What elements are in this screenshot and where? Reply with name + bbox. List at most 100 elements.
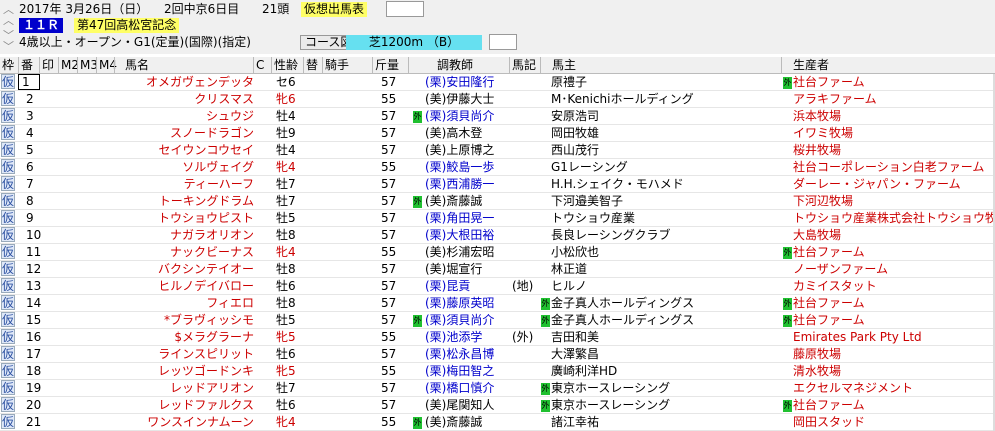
table-row[interactable]: 仮 11 ナックビーナス 牝4 55 (美)杉浦宏昭 小松欣也外社台ファーム: [0, 244, 995, 261]
trainer-name[interactable]: (栗)西浦勝一: [425, 176, 537, 193]
owner-name[interactable]: 廣崎利洋HD: [551, 363, 776, 380]
owner-name[interactable]: 諸江幸祐: [551, 414, 776, 431]
breeder-name[interactable]: 社台ファーム: [793, 74, 993, 91]
table-row[interactable]: 仮 18 レッツゴードンキ 牝5 55 (栗)梅田智之 廣崎利洋HD 清水牧場: [0, 363, 995, 380]
horse-number[interactable]: 18: [19, 363, 48, 380]
horse-name[interactable]: *ブラヴィッシモ: [106, 312, 254, 329]
frame-label[interactable]: 仮: [1, 159, 15, 174]
horse-name[interactable]: バクシンテイオー: [106, 261, 254, 278]
frame-label[interactable]: 仮: [1, 278, 15, 293]
horse-number[interactable]: 15: [19, 312, 48, 329]
table-row[interactable]: 仮 4 スノードラゴン 牡9 57 (美)高木登 岡田牧雄 イワミ牧場: [0, 125, 995, 142]
table-row[interactable]: 仮 12 バクシンテイオー 牡8 57 (美)堀宣行 林正道 ノーザンファーム: [0, 261, 995, 278]
owner-name[interactable]: 下河邉美智子: [551, 193, 776, 210]
table-row[interactable]: 仮 15 *ブラヴィッシモ 牡5 57 外 (栗)須貝尚介外金子真人ホールディングス外社台フ…: [0, 312, 995, 329]
owner-name[interactable]: 安原浩司: [551, 108, 776, 125]
col-sex-age[interactable]: 性齢: [271, 57, 303, 73]
owner-name[interactable]: 東京ホースレーシング: [551, 397, 776, 414]
owner-name[interactable]: M･Kenichiホールディング: [551, 91, 776, 108]
horse-name[interactable]: オメガヴェンデッタ: [106, 74, 254, 91]
breeder-name[interactable]: イワミ牧場: [793, 125, 993, 142]
breeder-name[interactable]: 大島牧場: [793, 227, 993, 244]
horse-name[interactable]: ナックビーナス: [106, 244, 254, 261]
owner-name[interactable]: 金子真人ホールディングス: [551, 312, 776, 329]
trainer-name[interactable]: (栗)橋口慎介: [425, 380, 537, 397]
surface-extra-input[interactable]: [489, 34, 517, 50]
horse-number[interactable]: 10: [19, 227, 48, 244]
owner-name[interactable]: 東京ホースレーシング: [551, 380, 776, 397]
owner-name[interactable]: トウショウ産業: [551, 210, 776, 227]
col-in[interactable]: 印: [39, 57, 58, 73]
frame-label[interactable]: 仮: [1, 261, 15, 276]
col-m4[interactable]: M4: [96, 57, 117, 73]
frame-label[interactable]: 仮: [1, 227, 15, 242]
col-note[interactable]: 馬記: [509, 57, 540, 73]
owner-name[interactable]: 原禮子: [551, 74, 776, 91]
horse-name[interactable]: クリスマス: [106, 91, 254, 108]
trainer-name[interactable]: (美)尾関知人: [425, 397, 537, 414]
trainer-name[interactable]: (美)高木登: [425, 125, 537, 142]
breeder-name[interactable]: 岡田スタッド: [793, 414, 993, 431]
frame-label[interactable]: 仮: [1, 108, 15, 123]
horse-name[interactable]: ティーハーフ: [106, 176, 254, 193]
frame-label[interactable]: 仮: [1, 244, 15, 259]
table-row[interactable]: 仮 8 トーキングドラム 牡7 57 外 (美)斎藤誠 下河邉美智子 下河辺牧場: [0, 193, 995, 210]
trainer-name[interactable]: (美)斎藤誠: [425, 193, 537, 210]
breeder-name[interactable]: 浜本牧場: [793, 108, 993, 125]
col-name[interactable]: 馬名: [114, 57, 253, 73]
table-row[interactable]: 仮 19 レッドアリオン 牡7 57 (栗)橋口慎介外東京ホースレーシング エクセルマネジメ…: [0, 380, 995, 397]
owner-name[interactable]: 林正道: [551, 261, 776, 278]
horse-name[interactable]: ソルヴェイグ: [106, 159, 254, 176]
owner-name[interactable]: 岡田牧雄: [551, 125, 776, 142]
horse-number[interactable]: 20: [19, 397, 48, 414]
horse-number[interactable]: 19: [19, 380, 48, 397]
table-row[interactable]: 仮 20 レッドファルクス 牡6 57 (美)尾関知人外東京ホースレーシング外社台ファーム: [0, 397, 995, 414]
breeder-name[interactable]: 清水牧場: [793, 363, 993, 380]
trainer-name[interactable]: (美)杉浦宏昭: [425, 244, 537, 261]
col-breeder[interactable]: 生産者: [781, 57, 995, 73]
horse-name[interactable]: ラインスピリット: [106, 346, 254, 363]
col-m2[interactable]: M2: [58, 57, 79, 73]
double-chevron-down-icon[interactable]: ﹀ ﹀: [2, 30, 15, 52]
frame-label[interactable]: 仮: [1, 295, 15, 310]
horse-name[interactable]: ヒルノデイバロー: [106, 278, 254, 295]
horse-number[interactable]: 12: [19, 261, 48, 278]
horse-number[interactable]: 21: [19, 414, 48, 431]
horse-number[interactable]: 8: [19, 193, 48, 210]
col-weight[interactable]: 斤量: [372, 57, 408, 73]
horse-name[interactable]: レッドファルクス: [106, 397, 254, 414]
owner-name[interactable]: 吉田和美: [551, 329, 776, 346]
breeder-name[interactable]: カミイスタット: [793, 278, 993, 295]
horse-number[interactable]: 2: [19, 91, 48, 108]
trainer-name[interactable]: (栗)須貝尚介: [425, 312, 537, 329]
frame-label[interactable]: 仮: [1, 363, 15, 378]
horse-name[interactable]: ナガラオリオン: [106, 227, 254, 244]
frame-label[interactable]: 仮: [1, 125, 15, 140]
frame-label[interactable]: 仮: [1, 329, 15, 344]
owner-name[interactable]: 西山茂行: [551, 142, 776, 159]
table-row[interactable]: 仮 9 トウショウピスト 牡5 57 (栗)角田晃一 トウショウ産業 トウショウ産業株式会社ト…: [0, 210, 995, 227]
horse-name[interactable]: トウショウピスト: [106, 210, 254, 227]
frame-label[interactable]: 仮: [1, 193, 15, 208]
horse-name[interactable]: ワンスインナムーン: [106, 414, 254, 431]
frame-label[interactable]: 仮: [1, 312, 15, 327]
table-row[interactable]: 仮 6 ソルヴェイグ 牝4 55 (栗)鮫島一歩 G1レーシング 社台コーポレーション白老ファ…: [0, 159, 995, 176]
trainer-name[interactable]: (栗)角田晃一: [425, 210, 537, 227]
frame-label[interactable]: 仮: [1, 397, 15, 412]
trainer-name[interactable]: (美)堀宣行: [425, 261, 537, 278]
trainer-name[interactable]: (栗)藤原英昭: [425, 295, 537, 312]
trainer-name[interactable]: (栗)大根田裕: [425, 227, 537, 244]
breeder-name[interactable]: 桜井牧場: [793, 142, 993, 159]
horse-number[interactable]: 3: [19, 108, 48, 125]
horse-number[interactable]: 7: [19, 176, 48, 193]
breeder-name[interactable]: ノーザンファーム: [793, 261, 993, 278]
col-ban[interactable]: 番: [18, 57, 39, 73]
col-jockey[interactable]: 騎手: [322, 57, 372, 73]
table-row[interactable]: 仮 16 $メラグラーナ 牝5 55 (栗)池添学 (外) 吉田和美 Emirates Park…: [0, 329, 995, 346]
breeder-name[interactable]: 社台ファーム: [793, 244, 993, 261]
horse-name[interactable]: $メラグラーナ: [106, 329, 254, 346]
horse-name[interactable]: セイウンコウセイ: [106, 142, 254, 159]
col-waku[interactable]: 枠: [0, 57, 18, 73]
frame-label[interactable]: 仮: [1, 346, 15, 361]
horse-number[interactable]: 16: [19, 329, 48, 346]
